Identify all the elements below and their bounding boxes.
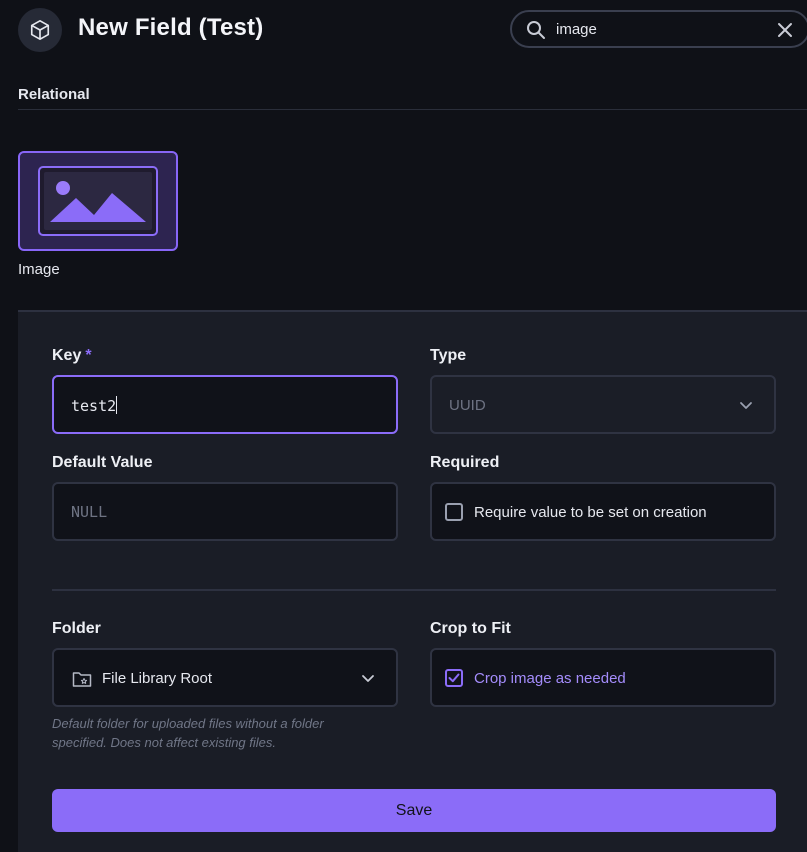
folder-select[interactable]: File Library Root bbox=[52, 648, 398, 707]
folder-hint: Default folder for uploaded files withou… bbox=[52, 716, 324, 750]
save-button[interactable]: Save bbox=[52, 789, 776, 832]
section-title: Relational bbox=[18, 86, 90, 103]
default-value-field[interactable]: NULL bbox=[52, 482, 398, 541]
required-toggle[interactable]: Require value to be set on creation bbox=[430, 482, 776, 541]
default-value-label: Default Value bbox=[52, 454, 153, 471]
type-label: Type bbox=[430, 347, 467, 364]
divider bbox=[52, 589, 776, 591]
chevron-down-icon bbox=[360, 670, 376, 691]
search-icon bbox=[526, 20, 546, 45]
key-field[interactable]: test2 bbox=[52, 375, 398, 434]
page-title: New Field (Test) bbox=[78, 14, 264, 41]
search-box[interactable]: image bbox=[510, 10, 807, 48]
type-select[interactable]: UUID bbox=[430, 375, 776, 434]
required-checkbox-label: Require value to be set on creation bbox=[474, 504, 707, 521]
close-icon[interactable] bbox=[776, 21, 794, 44]
divider bbox=[18, 109, 807, 110]
box-icon bbox=[18, 8, 62, 52]
key-label-text: Key bbox=[52, 347, 82, 364]
key-input-value: test2 bbox=[71, 396, 118, 415]
required-label: Required bbox=[430, 454, 500, 471]
folder-label: Folder bbox=[52, 620, 101, 637]
text-cursor bbox=[116, 396, 118, 414]
chevron-down-icon bbox=[738, 397, 754, 418]
checkbox[interactable] bbox=[445, 503, 463, 521]
image-icon bbox=[38, 166, 158, 236]
field-config-panel: Key * test2 Type UUID Default Value NULL … bbox=[18, 310, 807, 852]
crop-toggle[interactable]: Crop image as needed bbox=[430, 648, 776, 707]
key-value-text: test2 bbox=[71, 397, 117, 415]
check-icon bbox=[448, 673, 460, 683]
required-marker: * bbox=[85, 347, 92, 364]
checkbox[interactable] bbox=[445, 669, 463, 687]
crop-label: Crop to Fit bbox=[430, 620, 511, 637]
type-value: UUID bbox=[449, 397, 486, 414]
crop-checkbox-label: Crop image as needed bbox=[474, 670, 626, 687]
search-input[interactable]: image bbox=[556, 21, 597, 38]
key-label: Key * bbox=[52, 347, 92, 365]
interface-tile-image[interactable] bbox=[18, 151, 178, 251]
interface-tile-label: Image bbox=[18, 261, 60, 278]
folder-icon bbox=[72, 670, 92, 693]
default-value-placeholder: NULL bbox=[71, 503, 108, 521]
folder-value: File Library Root bbox=[102, 670, 213, 687]
header: New Field (Test) image bbox=[0, 0, 807, 60]
